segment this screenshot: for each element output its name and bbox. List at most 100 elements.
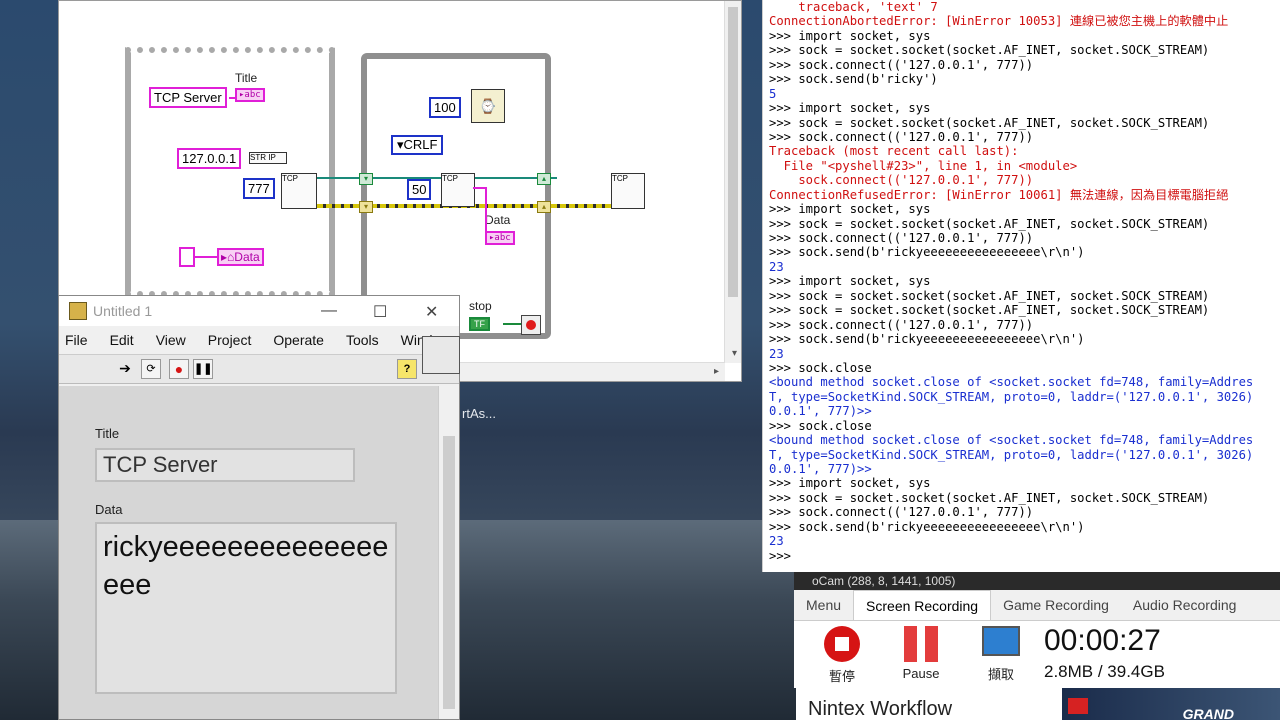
title-string-indicator[interactable]: TCP Server [95,448,355,482]
console-line[interactable]: >>> sock = socket.socket(socket.AF_INET,… [763,116,1280,130]
console-line[interactable]: >>> [763,549,1280,563]
port-constant[interactable]: 777 [243,178,275,199]
ocam-window[interactable]: Menu Screen Recording Game Recording Aud… [794,590,1280,688]
console-line[interactable]: 5 [763,87,1280,101]
ocam-stop-button[interactable]: 暫停 [822,626,862,685]
ocam-tab-audio-recording[interactable]: Audio Recording [1121,590,1249,620]
front-panel-canvas[interactable]: Title TCP Server Data rickyeeeeeeeeeeeee… [59,386,439,719]
console-line[interactable]: <bound method socket.close of <socket.so… [763,375,1280,389]
console-line[interactable]: 0.0.1', 777)>> [763,462,1280,476]
console-line[interactable]: Traceback (most recent call last): [763,144,1280,158]
front-panel-title-bar[interactable]: Untitled 1 — ☐ ✕ [59,296,459,326]
labview-app-icon [69,302,87,320]
maximize-icon[interactable]: ☐ [373,302,387,322]
tcp-open-connection-function[interactable]: TCP [281,173,317,209]
menu-operate[interactable]: Operate [273,332,324,348]
data-local-variable-input[interactable] [179,247,195,267]
vi-connector-icon[interactable] [422,336,460,374]
console-line[interactable]: >>> import socket, sys [763,476,1280,490]
console-line[interactable]: <bound method socket.close of <socket.so… [763,433,1280,447]
loop-condition-icon[interactable] [521,315,541,335]
error-shift-register-left[interactable]: ▾ [359,201,373,213]
console-line[interactable]: >>> sock.connect(('127.0.0.1', 777)) [763,505,1280,519]
data-string-indicator[interactable]: rickyeeeeeeeeeeeeeeeee [95,522,397,694]
console-line[interactable]: >>> sock.connect(('127.0.0.1', 777)) [763,130,1280,144]
ocam-tab-screen-recording[interactable]: Screen Recording [853,590,992,620]
run-arrow-icon[interactable]: ➔ [115,359,135,379]
console-line[interactable]: sock.connect(('127.0.0.1', 777)) [763,173,1280,187]
console-output[interactable]: traceback, 'text' 7 ConnectionAbortedErro… [763,0,1280,563]
console-line[interactable]: T, type=SocketKind.SOCK_STREAM, proto=0,… [763,390,1280,404]
close-icon[interactable]: ✕ [425,302,438,322]
ip-constant[interactable]: 127.0.0.1 [177,148,242,169]
ad-image[interactable]: GRAND [1062,688,1280,720]
run-continuously-icon[interactable]: ⟳ [141,359,161,379]
console-line[interactable]: 0.0.1', 777)>> [763,404,1280,418]
console-line[interactable]: >>> sock = socket.socket(socket.AF_INET,… [763,217,1280,231]
console-line[interactable]: >>> sock = socket.socket(socket.AF_INET,… [763,289,1280,303]
context-help-button[interactable]: ? [397,359,417,379]
menu-view[interactable]: View [156,332,186,348]
menu-edit[interactable]: Edit [110,332,134,348]
console-line[interactable]: traceback, 'text' 7 [763,0,1280,14]
desktop-icon-label[interactable]: rtAs... [462,406,496,421]
console-line[interactable]: >>> import socket, sys [763,202,1280,216]
shift-register-left[interactable]: ▾ [359,173,373,185]
scroll-right-arrow-icon[interactable]: ▸ [714,366,719,377]
console-line[interactable]: >>> sock.close [763,419,1280,433]
console-line[interactable]: 23 [763,534,1280,548]
console-line[interactable]: 23 [763,347,1280,361]
pause-execution-icon[interactable]: ❚❚ [193,359,213,379]
console-line[interactable]: >>> sock.send(b'rickyeeeeeeeeeeeeeeee\r\… [763,332,1280,346]
front-panel-window[interactable]: Untitled 1 — ☐ ✕ File Edit View Project … [58,295,460,720]
ad-text[interactable]: Nintex Workflow [808,698,952,720]
shift-register-right[interactable]: ▴ [537,173,551,185]
abort-execution-icon[interactable]: ● [169,359,189,379]
console-line[interactable]: >>> import socket, sys [763,29,1280,43]
console-line[interactable]: 23 [763,260,1280,274]
block-diagram-vertical-scrollbar[interactable] [724,1,741,363]
console-line[interactable]: >>> sock.connect(('127.0.0.1', 777)) [763,231,1280,245]
console-line[interactable]: >>> import socket, sys [763,101,1280,115]
stop-button-terminal[interactable]: TF [469,317,490,331]
console-line[interactable]: ConnectionAbortedError: [WinError 10053]… [763,14,1280,28]
title-indicator-terminal[interactable]: ▸abc [235,88,265,102]
console-line[interactable]: ConnectionRefusedError: [WinError 10061]… [763,188,1280,202]
console-line[interactable]: >>> import socket, sys [763,274,1280,288]
console-line[interactable]: File "<pyshell#23>", line 1, in <module> [763,159,1280,173]
minimize-icon[interactable]: — [321,302,337,320]
menu-tools[interactable]: Tools [346,332,379,348]
wait-function-icon[interactable]: ⌚ [471,89,505,123]
front-panel-vertical-scrollbar[interactable] [438,386,459,719]
tcp-read-function[interactable]: TCP [441,173,475,207]
console-line[interactable]: >>> sock = socket.socket(socket.AF_INET,… [763,43,1280,57]
ocam-tabs[interactable]: Menu Screen Recording Game Recording Aud… [794,590,1280,621]
crlf-mode-enum[interactable]: ▾CRLF [391,135,444,155]
console-line[interactable]: >>> sock.close [763,361,1280,375]
ocam-tab-game-recording[interactable]: Game Recording [991,590,1121,620]
string-to-ip-function[interactable]: STR IP [249,152,287,164]
console-line[interactable]: >>> sock.send(b'ricky') [763,72,1280,86]
advertisement-banner[interactable]: Nintex Workflow GRAND [796,688,1280,720]
console-line[interactable]: >>> sock = socket.socket(socket.AF_INET,… [763,303,1280,317]
menu-project[interactable]: Project [208,332,252,348]
bytes-to-read-constant[interactable]: 50 [407,179,432,200]
data-local-variable[interactable]: ▸⌂Data [217,248,264,266]
data-indicator-terminal[interactable]: ▸abc [485,231,515,245]
error-shift-register-right[interactable]: ▴ [537,201,551,213]
scroll-down-arrow-icon[interactable]: ▾ [732,348,737,359]
console-line[interactable]: >>> sock.connect(('127.0.0.1', 777)) [763,318,1280,332]
console-line[interactable]: >>> sock.send(b'rickyeeeeeeeeeeeeeeee\r\… [763,245,1280,259]
ocam-tab-menu[interactable]: Menu [794,590,853,620]
ocam-pause-button[interactable]: Pause [900,626,942,681]
wait-ms-constant[interactable]: 100 [429,97,461,118]
ocam-capture-button[interactable]: 擷取 [980,626,1022,683]
python-shell-console[interactable]: traceback, 'text' 7 ConnectionAbortedErro… [762,0,1280,572]
console-line[interactable]: >>> sock = socket.socket(socket.AF_INET,… [763,491,1280,505]
menu-file[interactable]: File [65,332,88,348]
console-line[interactable]: T, type=SocketKind.SOCK_STREAM, proto=0,… [763,448,1280,462]
console-line[interactable]: >>> sock.send(b'rickyeeeeeeeeeeeeeeee\r\… [763,520,1280,534]
tcp-close-connection-function[interactable]: TCP [611,173,645,209]
console-line[interactable]: >>> sock.connect(('127.0.0.1', 777)) [763,58,1280,72]
tcp-server-constant[interactable]: TCP Server [149,87,227,108]
